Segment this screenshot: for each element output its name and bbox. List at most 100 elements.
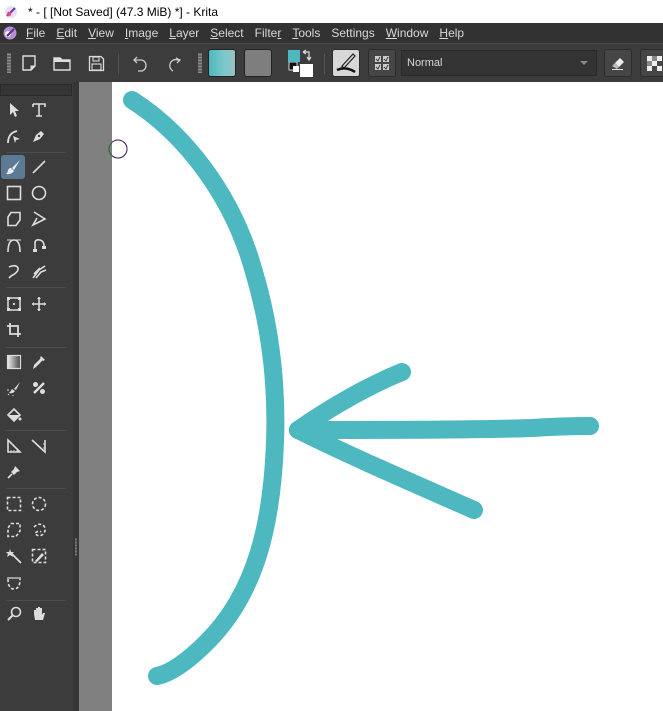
tool-freehand-path[interactable] [27,233,51,257]
pattern-preset-button[interactable] [244,49,272,77]
eraser-icon [612,58,624,70]
menu-file[interactable]: File [26,26,45,40]
blend-mode-select[interactable]: Normal [401,50,597,76]
tool-polygon[interactable] [2,207,26,231]
brush-outline-cursor [108,139,128,159]
tool-ellipse[interactable] [27,181,51,205]
toolbar-grip[interactable] [198,53,202,73]
tool-smart-patch[interactable] [27,376,51,400]
save-document-button[interactable] [84,50,108,76]
menu-layer[interactable]: Layer [169,26,199,40]
tool-contiguous-selection[interactable] [2,544,26,568]
multibrush-icon [32,265,47,279]
tool-similar-color-selection[interactable] [27,544,51,568]
magic-wand-icon [6,549,22,564]
pushpin-icon [7,466,20,479]
redo-button[interactable] [162,50,186,76]
title-bar: * - [ [Not Saved] (47.3 MiB) *] - Krita [0,0,663,23]
menu-select[interactable]: Select [210,26,243,40]
tool-multibrush[interactable] [27,259,51,283]
open-document-button[interactable] [50,50,74,76]
toolbox-resize-handle[interactable] [75,538,77,556]
toolbox-docker [0,82,79,711]
gradient-preset-button[interactable] [208,49,236,77]
tool-dynamic-brush[interactable] [2,259,26,283]
tool-move[interactable] [27,292,51,316]
alpha-lock-button[interactable] [640,49,663,77]
eraser-mode-button[interactable] [604,49,632,77]
tool-rectangular-selection[interactable] [2,492,26,516]
tool-polyline[interactable] [27,207,51,231]
blend-mode-value: Normal [407,57,443,69]
tool-crop[interactable] [2,318,26,342]
tool-measure[interactable] [27,434,51,458]
brush-preset-icon [336,53,356,74]
polyline-icon [31,211,47,227]
brush-settings-button[interactable] [368,49,396,77]
tool-transform[interactable] [2,292,26,316]
alpha-lock-icon [647,56,662,71]
brush-preset-button[interactable] [332,49,360,77]
chevron-down-icon [580,61,588,65]
canvas-drawing [123,91,599,685]
save-icon [88,55,104,71]
tool-freehand-brush[interactable] [1,155,25,179]
menu-help[interactable]: Help [439,26,464,40]
edit-shapes-icon [7,130,20,144]
window-title: * - [ [Not Saved] (47.3 MiB) *] - Krita [28,4,219,19]
rectangle-icon [6,185,22,201]
menu-edit[interactable]: Edit [56,26,77,40]
toolbar-grip[interactable] [7,53,11,73]
tool-color-sampler[interactable] [27,350,51,374]
tool-reference-images[interactable] [2,460,26,484]
menu-tools[interactable]: Tools [292,26,320,40]
tool-pan[interactable] [27,602,51,626]
tool-text[interactable] [27,98,51,122]
tool-gradient[interactable] [2,350,26,374]
canvas-margin [79,82,112,711]
smart-patch-icon [33,382,45,394]
text-icon [32,103,46,117]
pointer-arrow-icon [10,103,19,117]
tool-line[interactable] [27,155,51,179]
background-color-swatch [300,64,313,77]
toolbox-title-bar[interactable] [0,84,72,96]
freehand-selection-icon [33,523,46,537]
tool-assistant[interactable] [2,434,26,458]
new-document-icon [22,55,36,71]
tool-fill[interactable] [2,402,26,426]
new-document-button[interactable] [18,50,40,76]
tool-edit-shapes[interactable] [2,124,26,148]
tool-polygonal-selection[interactable] [2,518,26,542]
menu-view[interactable]: View [88,26,114,40]
tool-freehand-selection[interactable] [27,518,51,542]
tool-rectangle[interactable] [2,181,26,205]
line-icon [32,160,46,174]
similar-selection-icon [31,548,47,564]
tool-calligraphy[interactable] [27,124,51,148]
main-toolbar: Normal [0,43,663,82]
paint-bucket-icon [6,407,22,422]
toolbox-separator [6,430,66,431]
tool-colorize-mask[interactable] [2,376,26,400]
fg-bg-color-icon [288,49,313,77]
undo-button[interactable] [128,50,152,76]
eyedropper-icon [33,356,45,369]
toolbar-separator [118,54,119,74]
crop-icon [7,323,21,337]
toolbox-separator [6,488,66,489]
tool-zoom[interactable] [2,602,26,626]
drawing-canvas[interactable] [112,82,663,711]
tool-bezier-curve[interactable] [2,233,26,257]
tool-elliptical-selection[interactable] [27,492,51,516]
menu-image[interactable]: Image [125,26,158,40]
pen-nib-icon [33,131,44,142]
tool-bezier-selection[interactable] [2,570,26,594]
menu-settings[interactable]: Settings [331,26,374,40]
tool-select-shapes[interactable] [2,98,26,122]
krita-logo-icon[interactable] [3,26,17,40]
color-selector[interactable] [286,48,316,78]
menu-filter[interactable]: Filter [255,26,282,40]
menu-window[interactable]: Window [386,26,429,40]
paintbrush-icon [6,160,20,175]
